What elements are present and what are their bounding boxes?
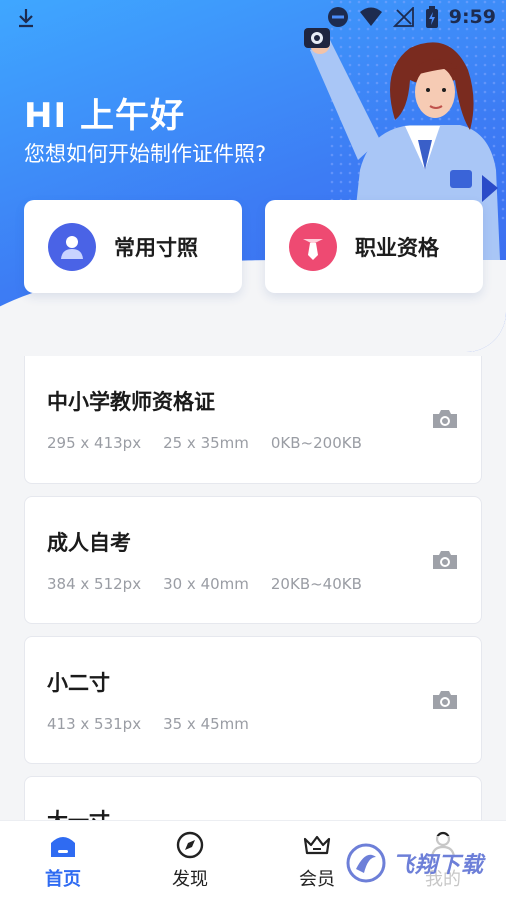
dnd-icon [327, 7, 348, 27]
list-item[interactable]: 成人自考 384 x 512px 30 x 40mm 20KB~40KB [24, 496, 482, 624]
nav-home[interactable]: 首页 [18, 829, 108, 891]
item-title: 小二寸 [47, 671, 110, 695]
download-icon [19, 9, 33, 28]
battery-charging-icon [425, 6, 438, 28]
header-banner: 9:59 HI 上午好 您想如何开始制作证件照? [0, 0, 506, 352]
signal-off-icon [392, 7, 414, 27]
item-title: 成人自考 [47, 531, 131, 555]
item-pixels: 413 x 531px [47, 715, 142, 733]
item-pixels: 384 x 512px [47, 575, 142, 593]
item-size: 25 x 35mm [163, 434, 249, 452]
item-specs: 384 x 512px 30 x 40mm 20KB~40KB [47, 575, 362, 593]
list-item[interactable]: 中小学教师资格证 295 x 413px 25 x 35mm 0KB~200KB [24, 356, 482, 484]
item-specs: 295 x 413px 25 x 35mm 0KB~200KB [47, 434, 362, 452]
list-item[interactable]: 小二寸 413 x 531px 35 x 45mm [24, 636, 482, 764]
category-label: 职业资格 [355, 235, 439, 260]
category-card-common[interactable]: 常用寸照 [24, 200, 242, 293]
camera-icon[interactable] [431, 689, 459, 711]
watermark: 飞翔下载 [342, 836, 498, 890]
status-time: 9:59 [448, 6, 496, 28]
item-size: 30 x 40mm [163, 575, 249, 593]
tie-icon [289, 222, 337, 271]
category-label: 常用寸照 [114, 235, 198, 260]
home-icon [51, 837, 75, 857]
item-filesize: 0KB~200KB [270, 434, 362, 452]
crown-icon [303, 835, 331, 855]
app-screen: 9:59 HI 上午好 您想如何开始制作证件照? 常用寸照 职业资格 中小学教师… [0, 0, 506, 900]
watermark-logo-icon [346, 843, 386, 883]
nav-home-label: 首页 [45, 869, 81, 890]
camera-icon[interactable] [431, 408, 459, 430]
camera-icon[interactable] [431, 549, 459, 571]
item-pixels: 295 x 413px [47, 434, 142, 452]
status-bar: 9:59 [0, 0, 506, 36]
category-card-professional[interactable]: 职业资格 [265, 200, 483, 293]
nav-discover[interactable]: 发现 [145, 829, 235, 891]
greeting-subtitle: 您想如何开始制作证件照? [24, 142, 267, 166]
greeting-title: HI 上午好 [24, 96, 185, 136]
compass-icon [176, 831, 204, 859]
wifi-icon [359, 7, 382, 26]
watermark-text: 飞翔下载 [392, 853, 485, 878]
item-specs: 413 x 531px 35 x 45mm [47, 715, 249, 733]
item-filesize: 20KB~40KB [270, 575, 362, 593]
nav-discover-label: 发现 [172, 869, 208, 890]
person-icon [48, 222, 96, 271]
item-title: 中小学教师资格证 [47, 390, 215, 414]
item-size: 35 x 45mm [163, 715, 249, 733]
